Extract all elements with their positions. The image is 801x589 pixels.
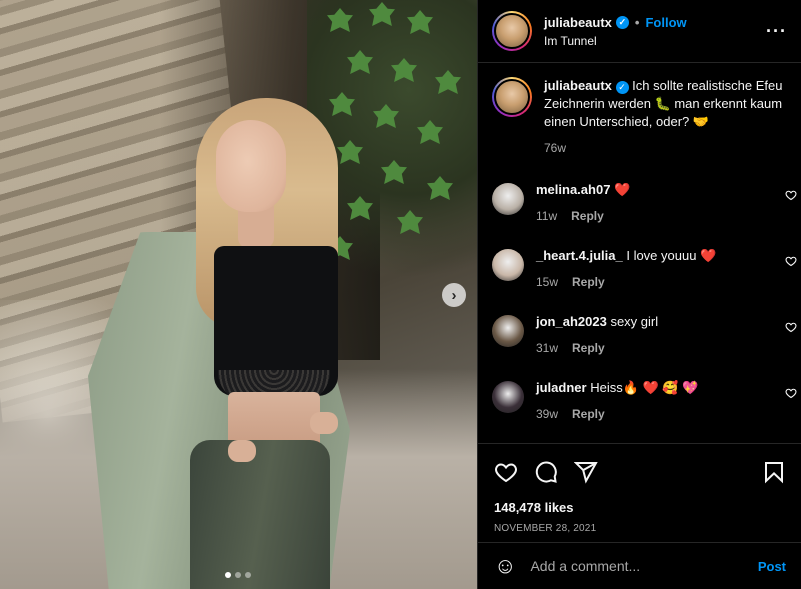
commenter-avatar[interactable]: [492, 249, 524, 281]
commenter-username[interactable]: _heart.4.julia_: [536, 248, 623, 263]
comment-like-heart-icon[interactable]: [785, 255, 797, 267]
post-photo[interactable]: ›: [0, 0, 477, 589]
comment-text: I love youuu ❤️: [626, 248, 717, 263]
person-face: [216, 120, 286, 212]
commenter-username[interactable]: melina.ah07: [536, 182, 610, 197]
reply-button[interactable]: Reply: [572, 405, 605, 423]
comment-text: Heiss🔥 ❤️ 🥰 💖: [590, 380, 699, 395]
person-hand-right: [310, 412, 338, 434]
comment-bubble-icon[interactable]: [534, 460, 558, 484]
commenter-avatar[interactable]: [492, 381, 524, 413]
emoji-icon[interactable]: ☺: [494, 553, 516, 579]
person-pants: [190, 440, 330, 589]
comment-time[interactable]: 11w: [536, 207, 557, 225]
likes-count[interactable]: 148,478 likes: [494, 500, 786, 515]
comment-like-heart-icon[interactable]: [785, 189, 797, 201]
comment-row: jon_ah2023 sexy girl 31w Reply: [492, 313, 797, 379]
caption-username[interactable]: juliabeautx: [544, 78, 612, 93]
reply-button[interactable]: Reply: [572, 273, 605, 291]
post-caption: juliabeautx ✓ Ich sollte realistische Ef…: [492, 77, 787, 157]
carousel-dot[interactable]: [245, 572, 251, 578]
comment-row: _heart.4.julia_ I love youuu ❤️ 15w Reply: [492, 247, 797, 313]
comment-row: melina.ah07 ❤️ 11w Reply: [492, 181, 797, 247]
chevron-right-icon: ›: [451, 286, 457, 304]
reply-button[interactable]: Reply: [571, 207, 604, 225]
next-photo-button[interactable]: ›: [442, 283, 466, 307]
commenter-avatar[interactable]: [492, 183, 524, 215]
instagram-post-modal: › juliabeautx ✓ • Follow Im Tunnel ··· j…: [0, 0, 801, 589]
verified-badge-icon: ✓: [615, 15, 629, 29]
share-paper-plane-icon[interactable]: [574, 460, 598, 484]
author-avatar[interactable]: [492, 11, 532, 51]
comment-time[interactable]: 15w: [536, 273, 558, 291]
post-comment-button[interactable]: Post: [758, 559, 786, 574]
verified-badge-icon: ✓: [615, 80, 629, 94]
like-heart-icon[interactable]: [494, 460, 518, 484]
carousel-dots: [225, 572, 251, 578]
commenter-avatar[interactable]: [492, 315, 524, 347]
save-bookmark-icon[interactable]: [762, 460, 786, 484]
follow-button[interactable]: Follow: [645, 15, 686, 30]
person-hand-left: [228, 440, 256, 462]
post-side-panel: juliabeautx ✓ • Follow Im Tunnel ··· jul…: [477, 0, 801, 589]
post-header: juliabeautx ✓ • Follow Im Tunnel ···: [478, 0, 801, 63]
comment-like-heart-icon[interactable]: [785, 321, 797, 333]
add-comment-bar: ☺ Post: [478, 542, 801, 589]
post-location[interactable]: Im Tunnel: [544, 34, 766, 48]
author-username[interactable]: juliabeautx: [544, 15, 612, 30]
comments-list[interactable]: juliabeautx ✓ Ich sollte realistische Ef…: [478, 63, 801, 443]
caption-avatar[interactable]: [492, 77, 532, 117]
comment-text: ❤️: [614, 182, 631, 197]
comment-time[interactable]: 39w: [536, 405, 558, 423]
comment-time[interactable]: 31w: [536, 339, 558, 357]
comment-row: juladner Heiss🔥 ❤️ 🥰 💖 39w Reply: [492, 379, 797, 443]
comment-input[interactable]: [530, 558, 744, 574]
more-options-icon[interactable]: ···: [766, 21, 787, 42]
header-separator: •: [634, 14, 640, 30]
carousel-dot[interactable]: [235, 572, 241, 578]
commenter-username[interactable]: jon_ah2023: [536, 314, 607, 329]
reply-button[interactable]: Reply: [572, 339, 605, 357]
post-actions: 148,478 likes NOVEMBER 28, 2021: [478, 443, 801, 534]
commenter-username[interactable]: juladner: [536, 380, 587, 395]
carousel-dot[interactable]: [225, 572, 231, 578]
caption-time[interactable]: 76w: [544, 139, 787, 157]
post-date[interactable]: NOVEMBER 28, 2021: [494, 523, 786, 534]
header-text: juliabeautx ✓ • Follow Im Tunnel: [544, 15, 766, 48]
comment-text: sexy girl: [610, 314, 659, 329]
comment-items: melina.ah07 ❤️ 11w Reply _heart.4.julia_ I …: [492, 181, 797, 443]
comment-like-heart-icon[interactable]: [785, 387, 797, 399]
